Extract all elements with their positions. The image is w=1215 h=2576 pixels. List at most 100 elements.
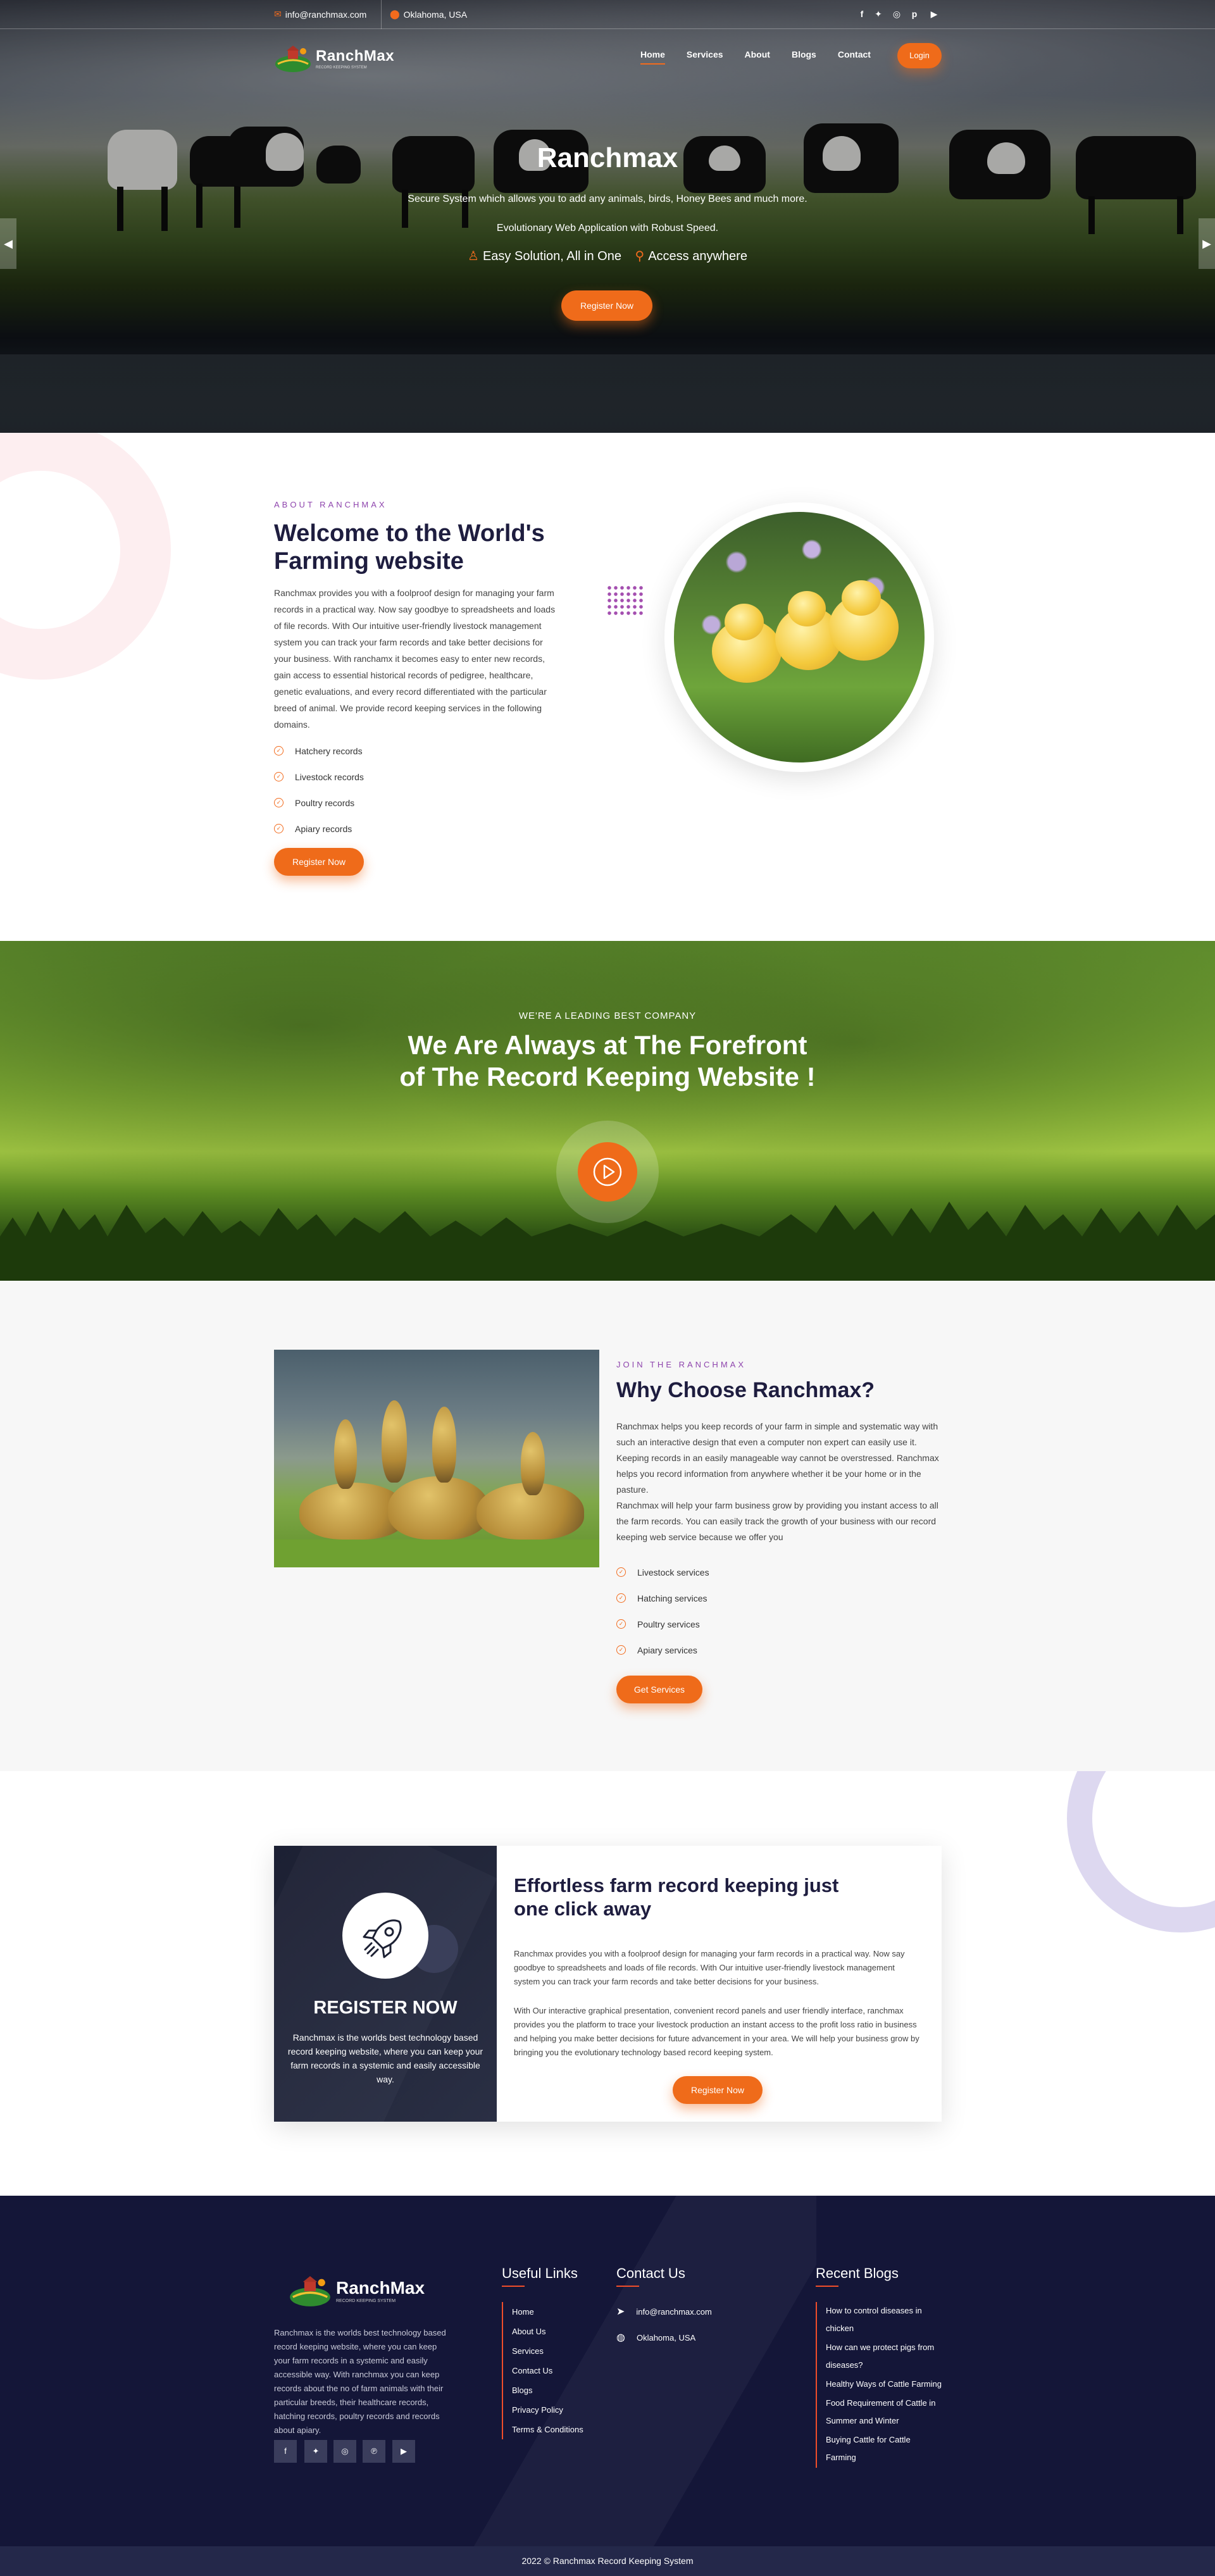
footer-link-about[interactable]: About Us: [512, 2322, 583, 2341]
youtube-icon[interactable]: ▶: [928, 8, 940, 20]
cta-paragraph-1: Ranchmax provides you with a foolproof d…: [514, 1949, 905, 1986]
paper-plane-icon: ➤: [616, 2306, 625, 2317]
list-item: ✓ Hatching services: [616, 1585, 709, 1611]
play-icon: [578, 1142, 637, 1202]
twitter-icon[interactable]: ✦: [304, 2440, 327, 2463]
decorative-ring: [1067, 1771, 1215, 1932]
register-panel-text: Ranchmax is the worlds best technology b…: [287, 2032, 483, 2084]
banner-title: We Are Always at The Forefront of The Re…: [399, 1030, 816, 1092]
blog-link[interactable]: How to control diseases in chicken: [826, 2302, 942, 2337]
farm-logo-icon: [274, 45, 312, 73]
farm-logo-icon: [290, 2276, 330, 2306]
footer-about-text: Ranchmax is the worlds best technology b…: [274, 2328, 446, 2435]
topbar-email[interactable]: ✉ info@ranchmax.com: [274, 9, 366, 20]
useful-links-list: Home About Us Services Contact Us Blogs …: [502, 2302, 583, 2439]
nav-blogs[interactable]: Blogs: [792, 49, 816, 59]
why-list: ✓ Livestock services ✓ Hatching services ✓…: [616, 1559, 709, 1663]
decorative-dots: [606, 585, 644, 618]
hero-section: ✉ info@ranchmax.com ⬤ Oklahoma, USA f ✦ …: [0, 0, 1215, 433]
cta-register-button[interactable]: Register Now: [673, 2076, 763, 2104]
check-circle-icon: ✓: [274, 824, 284, 833]
footer-logo[interactable]: RanchMax RECORD KEEPING SYSTEM: [288, 2275, 425, 2307]
check-circle-icon: ✓: [274, 772, 284, 781]
nav-services[interactable]: Services: [687, 49, 723, 59]
footer-contact-email[interactable]: ➤ info@ranchmax.com: [616, 2305, 712, 2318]
cta-paragraph-2: With Our interactive graphical presentat…: [514, 2006, 919, 2057]
video-banner-section: WE'RE A LEADING BEST COMPANY We Are Alwa…: [0, 941, 1215, 1281]
hero-features: ♙ Easy Solution, All in One ⚲ Access anywh…: [468, 249, 747, 263]
blog-link[interactable]: Healthy Ways of Cattle Farming: [826, 2375, 942, 2393]
play-video-button[interactable]: [556, 1121, 659, 1223]
why-kicker: JOIN THE RANCHMAX: [616, 1360, 746, 1369]
brand-name: RanchMax: [316, 47, 395, 65]
check-circle-icon: ✓: [616, 1619, 626, 1629]
footer-link-privacy[interactable]: Privacy Policy: [512, 2400, 583, 2420]
instagram-icon[interactable]: ◎: [890, 8, 903, 20]
rocket-icon: [342, 1893, 428, 1979]
main-nav: Home Services About Blogs Contact: [640, 49, 892, 65]
recent-blogs-list: How to control diseases in chicken How c…: [816, 2302, 942, 2468]
check-circle-icon: ✓: [274, 746, 284, 756]
list-item: ✓ Livestock services: [616, 1559, 709, 1585]
register-cta-section: REGISTER NOW Ranchmax is the worlds best…: [0, 1771, 1215, 2196]
map-pin-icon: ⬤: [390, 9, 400, 19]
blog-link[interactable]: Buying Cattle for Cattle Farming: [826, 2431, 942, 2467]
slider-next-arrow-icon[interactable]: ▶: [1199, 218, 1215, 269]
list-item: ✓ Apiary services: [616, 1637, 709, 1663]
nav-contact[interactable]: Contact: [838, 49, 871, 59]
check-circle-icon: ✓: [274, 798, 284, 807]
chicks-image: [674, 512, 925, 762]
about-register-button[interactable]: Register Now: [274, 848, 364, 876]
footer-contact-location: ◍ Oklahoma, USA: [616, 2332, 696, 2343]
brand-logo[interactable]: RanchMax RECORD KEEPING SYSTEM: [274, 42, 394, 75]
check-circle-icon: ✓: [616, 1567, 626, 1577]
footer-link-home[interactable]: Home: [512, 2302, 583, 2322]
envelope-icon: ✉: [274, 9, 282, 19]
cta-title: Effortless farm record keeping just one …: [514, 1874, 839, 1920]
pinterest-icon[interactable]: ℗: [363, 2440, 385, 2463]
banner-kicker: WE'RE A LEADING BEST COMPANY: [518, 1011, 697, 1021]
map-pin-icon: ⚲: [635, 249, 645, 263]
list-item: ✓ Hatchery records: [274, 738, 364, 764]
footer-link-contact[interactable]: Contact Us: [512, 2361, 583, 2380]
footer-link-blogs[interactable]: Blogs: [512, 2380, 583, 2400]
hero-title: Ranchmax: [537, 142, 678, 173]
register-card: REGISTER NOW Ranchmax is the worlds best…: [274, 1846, 942, 2122]
why-body-2: Ranchmax will help your farm business gr…: [616, 1500, 938, 1542]
youtube-icon[interactable]: ▶: [392, 2440, 415, 2463]
login-button[interactable]: Login: [897, 43, 942, 68]
contact-title: Contact Us: [616, 2265, 685, 2287]
nav-home[interactable]: Home: [640, 49, 665, 65]
why-choose-section: JOIN THE RANCHMAX Why Choose Ranchmax? R…: [0, 1281, 1215, 1771]
twitter-icon[interactable]: ✦: [872, 8, 885, 20]
list-item: ✓ Poultry services: [616, 1611, 709, 1637]
footer: [0, 2196, 1215, 2576]
blog-link[interactable]: How can we protect pigs from diseases?: [826, 2339, 942, 2374]
instagram-icon[interactable]: ◎: [333, 2440, 356, 2463]
facebook-icon[interactable]: f: [274, 2440, 297, 2463]
get-services-button[interactable]: Get Services: [616, 1676, 702, 1703]
slider-prev-arrow-icon[interactable]: ◀: [0, 218, 16, 269]
check-circle-icon: ✓: [616, 1593, 626, 1603]
nav-about[interactable]: About: [745, 49, 770, 59]
why-body-1: Ranchmax helps you keep records of your …: [616, 1421, 939, 1495]
hero-register-button[interactable]: Register Now: [561, 290, 652, 321]
pinterest-icon[interactable]: p: [908, 8, 921, 20]
list-item: ✓ Poultry records: [274, 790, 364, 816]
register-panel-title: REGISTER NOW: [313, 1998, 458, 2018]
blog-link[interactable]: Food Requirement of Cattle in Summer and…: [826, 2394, 942, 2430]
about-body: Ranchmax provides you with a foolproof d…: [274, 588, 556, 730]
useful-links-title: Useful Links: [502, 2265, 578, 2287]
list-item: ✓ Livestock records: [274, 764, 364, 790]
decorative-ring: [0, 433, 171, 680]
about-title: Welcome to the World's Farming website: [274, 520, 545, 575]
recent-blogs-title: Recent Blogs: [816, 2265, 899, 2287]
chicks-image-frame: [664, 502, 934, 772]
facebook-icon[interactable]: f: [856, 8, 868, 20]
hero-line-2: Evolutionary Web Application with Robust…: [496, 223, 719, 233]
list-item: ✓ Apiary records: [274, 816, 364, 842]
about-section: ABOUT RANCHMAX Welcome to the World's Fa…: [0, 433, 1215, 941]
footer-link-services[interactable]: Services: [512, 2341, 583, 2361]
top-bar: ✉ info@ranchmax.com ⬤ Oklahoma, USA f ✦ …: [0, 0, 1215, 29]
footer-link-terms[interactable]: Terms & Conditions: [512, 2420, 583, 2439]
